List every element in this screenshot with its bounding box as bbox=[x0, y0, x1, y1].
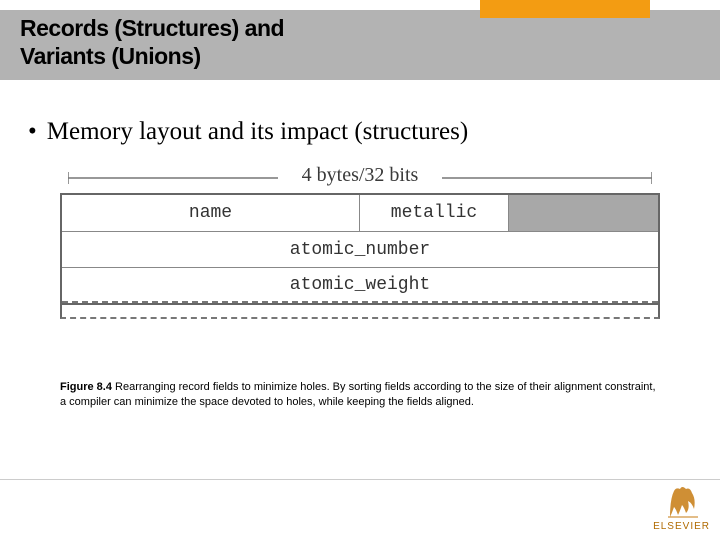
elsevier-tree-icon bbox=[660, 479, 704, 519]
field-atomic-number: atomic_number bbox=[290, 240, 430, 260]
memory-layout-figure: 4 bytes/32 bits name metallic atomic_num… bbox=[60, 170, 660, 319]
field-metallic: metallic bbox=[360, 195, 509, 231]
footer-rule bbox=[0, 479, 720, 480]
title-line-1: Records (Structures) and bbox=[20, 15, 284, 41]
accent-block bbox=[480, 0, 650, 18]
caption-label: Figure 8.4 bbox=[60, 381, 112, 393]
title-line-2: Variants (Unions) bbox=[20, 43, 201, 69]
field-name: name bbox=[62, 195, 360, 231]
publisher-logo: ELSEVIER bbox=[653, 479, 710, 532]
dashed-continuation bbox=[60, 305, 660, 319]
bullet-text: Memory layout and its impact (structures… bbox=[47, 118, 468, 145]
bullet-item: • Memory layout and its impact (structure… bbox=[28, 118, 468, 146]
field-padding bbox=[509, 195, 658, 231]
field-atomic-weight: atomic_weight bbox=[290, 275, 430, 295]
memory-table: name metallic atomic_number atomic_weigh… bbox=[60, 193, 660, 305]
table-row: atomic_weight bbox=[62, 267, 658, 303]
width-bracket bbox=[68, 170, 652, 186]
figure-caption: Figure 8.4 Rearranging record fields to … bbox=[60, 380, 660, 411]
bullet-dot: • bbox=[28, 118, 37, 146]
publisher-name: ELSEVIER bbox=[653, 521, 710, 532]
caption-text: Rearranging record fields to minimize ho… bbox=[60, 381, 656, 408]
table-row: name metallic bbox=[62, 195, 658, 231]
table-row: atomic_number bbox=[62, 231, 658, 267]
slide-title: Records (Structures) and Variants (Union… bbox=[20, 15, 284, 70]
